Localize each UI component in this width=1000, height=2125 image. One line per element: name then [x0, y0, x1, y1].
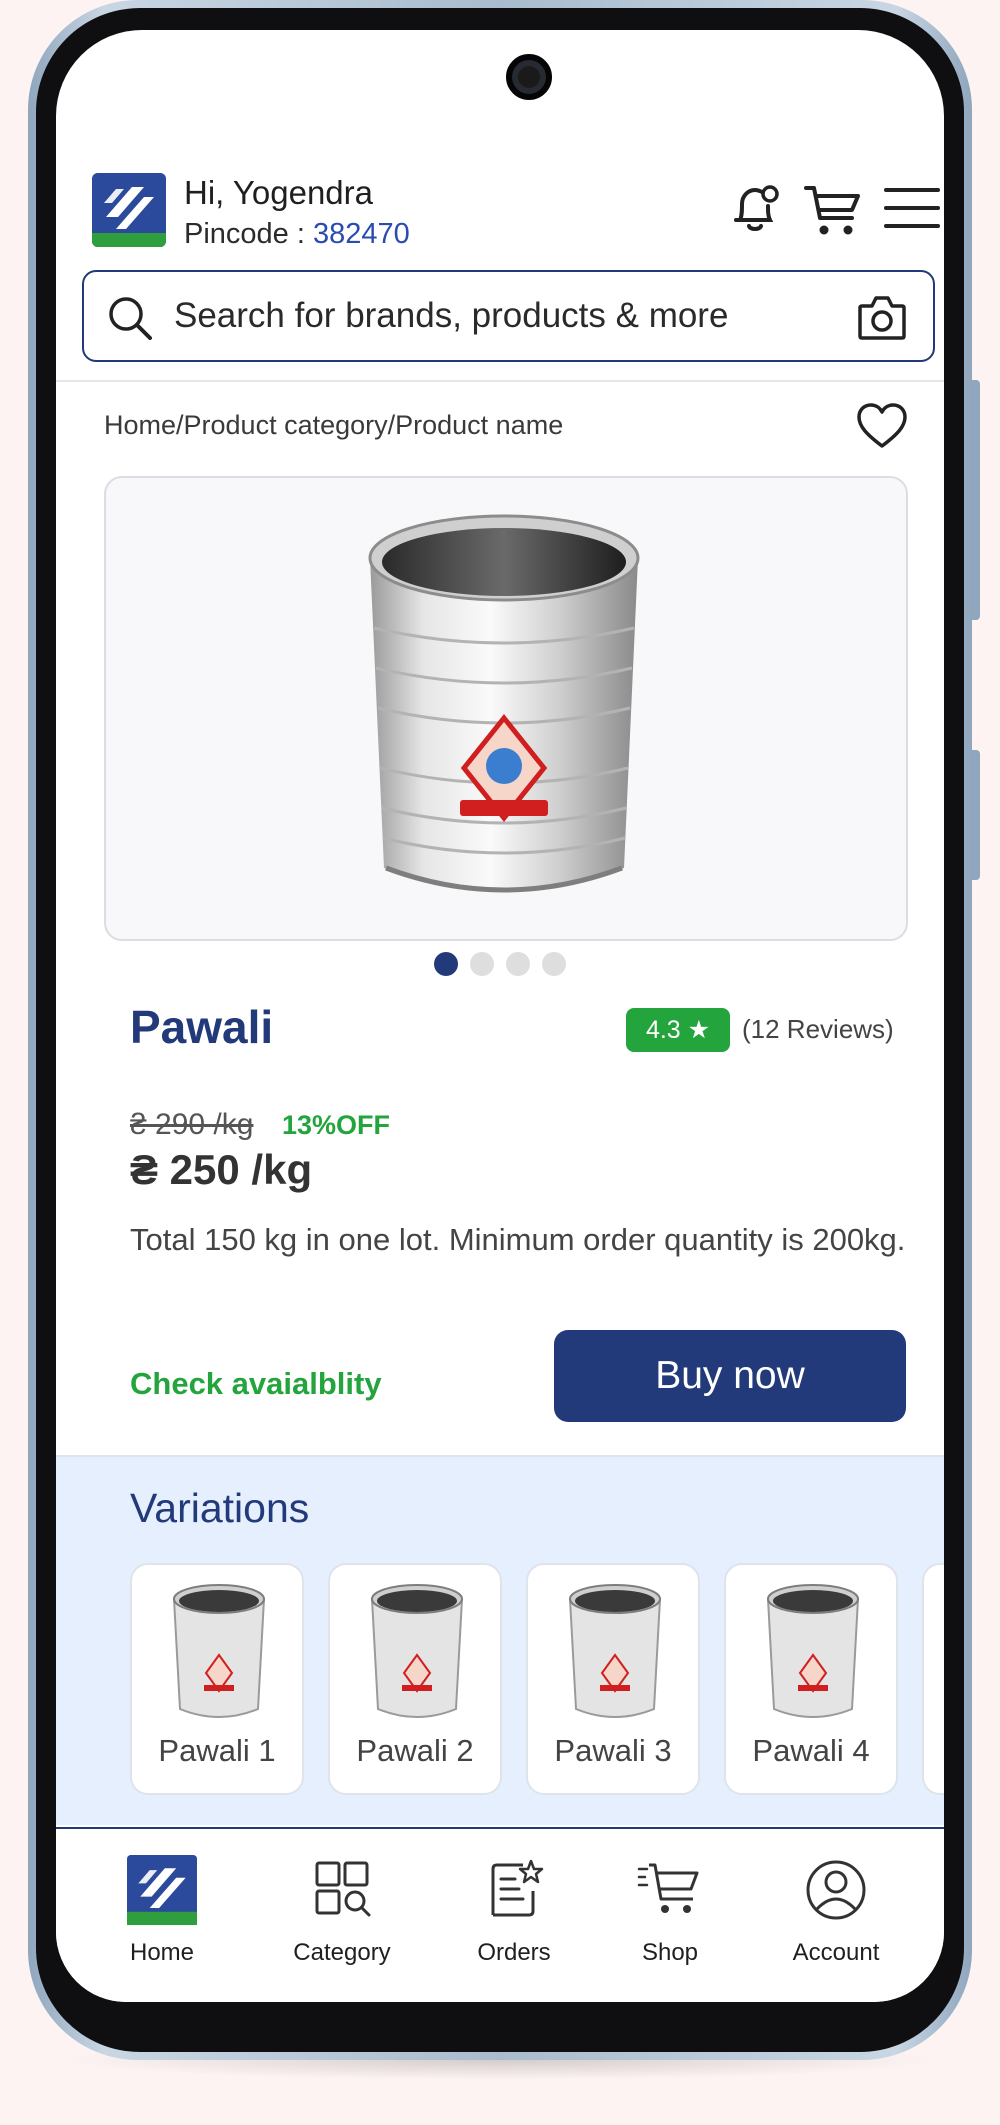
variation-label: Pawali 3: [554, 1733, 672, 1768]
nav-orders-label: Orders: [477, 1939, 551, 1966]
nav-account-label: Account: [792, 1939, 880, 1966]
reviews-count[interactable]: (12 Reviews): [742, 1014, 894, 1045]
greeting-text: Hi, Yogendra: [184, 174, 373, 211]
bell-icon[interactable]: [726, 180, 784, 238]
search-input[interactable]: Search for brands, products & more: [174, 296, 728, 336]
orders-icon: [491, 1859, 544, 1917]
variation-thumbnail: [568, 1584, 662, 1718]
pincode-line[interactable]: Pincode : 382470: [184, 218, 410, 251]
shop-cart-icon: [637, 1863, 699, 1913]
search-icon[interactable]: [106, 294, 154, 342]
bottom-navigation: Home Category Orders Shop Account: [56, 1827, 944, 2002]
nav-category-label: Category: [293, 1939, 391, 1966]
variation-card[interactable]: Pawali 3: [526, 1563, 700, 1795]
variation-card[interactable]: Pawali 2: [328, 1563, 502, 1795]
nav-home-label: Home: [129, 1939, 195, 1966]
menu-icon[interactable]: [882, 184, 942, 232]
carousel-dot[interactable]: [470, 952, 494, 976]
account-icon: [806, 1860, 866, 1920]
product-description: Total 150 kg in one lot. Minimum order q…: [130, 1222, 906, 1257]
variations-title: Variations: [130, 1485, 310, 1531]
carousel-dot[interactable]: [542, 952, 566, 976]
home-logo-icon: [127, 1855, 197, 1925]
nav-orders[interactable]: Orders: [464, 1855, 564, 1967]
product-title: Pawali: [130, 1001, 274, 1053]
carousel-dot[interactable]: [506, 952, 530, 976]
product-image: [368, 514, 640, 893]
original-price: ₴ 290 /kg: [130, 1108, 254, 1141]
variation-label: Pawali 1: [158, 1733, 276, 1768]
current-price: ₴ 250 /kg: [130, 1146, 313, 1193]
variation-card[interactable]: Pawali 4: [724, 1563, 898, 1795]
nav-shop-label: Shop: [641, 1939, 699, 1966]
nav-category[interactable]: Category: [282, 1855, 402, 1967]
carousel-dots: [56, 952, 944, 982]
variation-thumbnail: [766, 1584, 860, 1718]
variations-section: Variations Pawali 1 Pawali 2 Pawali 3 Pa…: [56, 1455, 944, 1825]
variation-card[interactable]: Pawali 1: [130, 1563, 304, 1795]
phone-bezel: Hi, Yogendra Pincode : 382470 Search for…: [36, 8, 964, 2052]
nav-account[interactable]: Account: [776, 1855, 896, 1967]
check-availability-link[interactable]: Check avaialblity: [130, 1366, 382, 1402]
camera-icon[interactable]: [856, 292, 908, 342]
brand-logo[interactable]: [92, 173, 166, 247]
breadcrumb[interactable]: Home/Product category/Product name: [104, 410, 563, 441]
logo-mark-icon: [92, 173, 166, 247]
buy-now-button[interactable]: Buy now: [554, 1330, 906, 1422]
variation-thumbnail: [172, 1584, 266, 1718]
pincode-label: Pincode :: [184, 218, 313, 250]
product-image-card[interactable]: [104, 476, 908, 941]
nav-shop[interactable]: Shop: [630, 1855, 710, 1967]
nav-home[interactable]: Home: [112, 1855, 212, 1967]
variations-list: Pawali 1 Pawali 2 Pawali 3 Pawali 4: [130, 1563, 944, 1795]
category-icon: [315, 1861, 371, 1917]
phone-side-button: [972, 750, 980, 880]
phone-side-button: [972, 380, 980, 620]
carousel-dot[interactable]: [434, 952, 458, 976]
pincode-value[interactable]: 382470: [313, 218, 410, 250]
variation-card-partial[interactable]: [922, 1563, 944, 1795]
header-divider: [56, 380, 944, 382]
app-header: Hi, Yogendra Pincode : 382470: [56, 150, 944, 260]
heart-icon[interactable]: [856, 402, 908, 450]
rating-badge: 4.3 ★: [626, 1008, 730, 1052]
variation-label: Pawali 4: [752, 1733, 870, 1768]
variation-label: Pawali 2: [356, 1733, 474, 1768]
discount-badge: 13%OFF: [282, 1110, 391, 1140]
variation-thumbnail: [370, 1584, 464, 1718]
front-camera: [506, 54, 552, 100]
phone-frame: Hi, Yogendra Pincode : 382470 Search for…: [28, 0, 972, 2060]
app-screen: Hi, Yogendra Pincode : 382470 Search for…: [56, 30, 944, 2002]
cart-icon[interactable]: [802, 180, 864, 240]
search-bar[interactable]: Search for brands, products & more: [82, 270, 935, 362]
